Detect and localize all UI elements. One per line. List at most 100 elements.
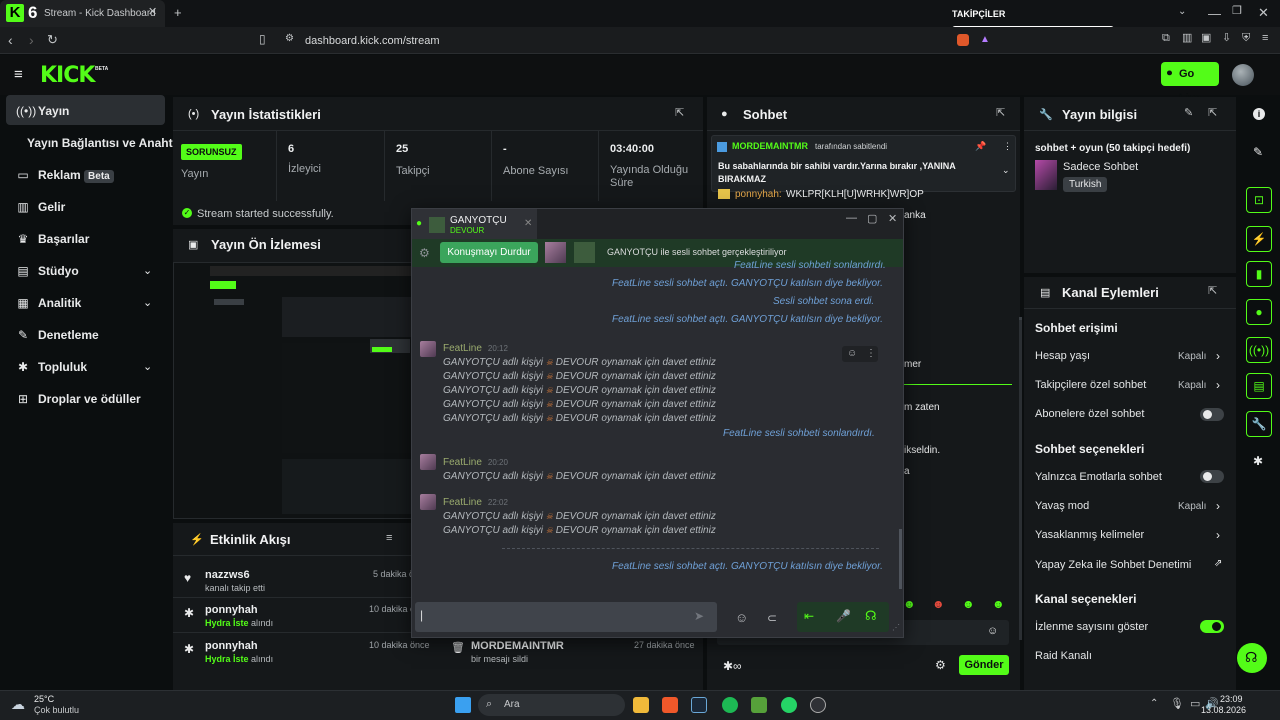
minecraft-icon[interactable] [751, 697, 767, 713]
tab-list-chevron-icon[interactable]: ⌄ [1178, 7, 1186, 17]
chevron-right-icon[interactable]: › [1216, 349, 1220, 363]
rail-doc-button[interactable]: ▮ [1246, 261, 1272, 287]
close-tab-icon[interactable]: ✕ [148, 7, 157, 18]
gear-icon[interactable]: ⚙ [419, 246, 430, 260]
emote-icon[interactable]: ☻ [932, 597, 945, 611]
sidebar-item-droplar[interactable]: Droplar ve ödüller [38, 392, 141, 406]
activity-name[interactable]: nazzws6 [205, 569, 250, 581]
emoji-icon[interactable]: ☺ [987, 625, 998, 637]
row-followers-only[interactable]: Takipçilere özel sohbet [1035, 379, 1146, 391]
row-raid[interactable]: Raid Kanalı [1035, 650, 1092, 662]
channel-actions-scrollbar[interactable] [1019, 320, 1022, 640]
row-account-age[interactable]: Hesap yaşı [1035, 350, 1090, 362]
close-icon[interactable]: ✕ [888, 212, 897, 225]
sidebar-item-studyo[interactable]: Stüdyo [38, 264, 79, 278]
tray-chevron-icon[interactable]: ⌃ [1150, 698, 1158, 709]
minimize-icon[interactable]: — [846, 212, 857, 224]
spotify-icon[interactable] [722, 697, 738, 713]
leave-call-icon[interactable]: ⇤ [804, 609, 814, 623]
brave-shield-icon[interactable] [957, 34, 969, 46]
popout-icon[interactable]: ⇱ [675, 108, 684, 119]
back-icon[interactable]: ‹ [8, 33, 13, 47]
sidebar-item-gelir[interactable]: Gelir [38, 200, 65, 214]
emoji-icon[interactable]: ☺ [735, 610, 748, 625]
external-link-icon[interactable]: ⇗ [1214, 558, 1222, 569]
kick-logo[interactable]: KICK [40, 63, 95, 88]
window-close-icon[interactable]: ✕ [1258, 6, 1269, 19]
rail-wrench-button[interactable]: 🔧 [1246, 411, 1272, 437]
message-author[interactable]: FeatLine 20:20 [443, 457, 508, 468]
edit-icon[interactable]: ✎ [1184, 108, 1193, 119]
bookmark-icon[interactable]: ▯ [259, 33, 266, 45]
category-name[interactable]: Sadece Sohbet [1063, 161, 1138, 173]
weather-icon[interactable]: ☁ [11, 696, 25, 713]
send-button[interactable]: Gönder [959, 655, 1009, 675]
points-icon[interactable]: ✱ [1253, 454, 1263, 468]
go-live-button[interactable]: ⏺ Go Live [1161, 62, 1219, 104]
activity-name[interactable]: ponnyhah [205, 604, 258, 616]
help-button[interactable]: ☊ [1237, 643, 1267, 673]
minimize-icon[interactable]: — [1208, 7, 1221, 20]
more-icon[interactable]: ⋮ [866, 348, 876, 359]
points-icon[interactable]: ✱∞ [723, 659, 742, 673]
featline-avatar[interactable] [420, 494, 436, 510]
new-tab-icon[interactable]: + [174, 6, 182, 19]
whatsapp-icon[interactable] [781, 697, 797, 713]
chevron-right-icon[interactable]: › [1216, 499, 1220, 513]
info-icon[interactable]: i [1253, 108, 1265, 120]
sidebar-item-stream-key[interactable]: Yayın Bağlantısı ve Anahtarı [27, 136, 187, 150]
row-ai-moderation[interactable]: Yapay Zeka ile Sohbet Denetimi [1035, 559, 1191, 571]
message-author[interactable]: FeatLine 22:02 [443, 497, 508, 508]
chevron-down-icon[interactable]: ⌄ [143, 264, 152, 277]
message-author[interactable]: FeatLine 20:12 [443, 343, 508, 354]
url-field[interactable]: dashboard.kick.com/stream [305, 35, 440, 47]
mic-tray-icon[interactable]: 🎙 [1170, 697, 1184, 710]
overlay-message-input[interactable]: | ➤ [415, 602, 717, 632]
more-icon[interactable]: ⋮ [1003, 141, 1012, 152]
steam-icon[interactable] [691, 697, 707, 713]
sidebar-item-reklam[interactable]: Reklam Beta [38, 168, 114, 183]
edit-icon[interactable]: ✎ [1253, 145, 1263, 159]
popout-icon[interactable]: ⇱ [1208, 108, 1217, 119]
rail-list-button[interactable]: ▤ [1246, 373, 1272, 399]
site-info-icon[interactable]: ⚙ [285, 34, 294, 44]
display-tray-icon[interactable]: ▭ [1190, 697, 1200, 710]
resize-grip-icon[interactable]: ⋰ [892, 623, 900, 632]
wallet-icon[interactable]: ▣ [1201, 33, 1211, 44]
rewards-icon[interactable]: ▲ [980, 34, 990, 45]
chevron-down-icon[interactable]: ⌄ [1002, 165, 1010, 176]
emote-icon[interactable]: ☻ [903, 597, 916, 611]
menu-icon[interactable]: ≡ [1262, 33, 1268, 44]
chevron-down-icon[interactable]: ⌄ [143, 360, 152, 373]
restore-icon[interactable]: ❐ [1232, 6, 1242, 17]
settings-icon[interactable]: ⚙ [935, 658, 946, 672]
chevron-down-icon[interactable]: ⌄ [143, 296, 152, 309]
extensions-icon[interactable]: ⧉ [1162, 33, 1170, 44]
brave-browser-icon[interactable] [662, 697, 678, 713]
pin-icon[interactable]: 📌 [975, 141, 986, 152]
sidebar-item-yayin[interactable]: Yayın [38, 104, 69, 118]
activity-name[interactable]: ponnyhah [205, 640, 258, 652]
featline-avatar[interactable] [420, 454, 436, 470]
emote-icon[interactable]: ☻ [962, 597, 975, 611]
row-slow-mode[interactable]: Yavaş mod [1035, 500, 1089, 512]
stream-preview-video[interactable] [173, 262, 414, 519]
rail-clip-button[interactable]: ⊡ [1246, 187, 1272, 213]
popout-icon[interactable]: ⇱ [996, 108, 1005, 119]
forward-icon[interactable]: › [29, 33, 34, 47]
sidebar-toggle-icon[interactable]: ▥ [1182, 33, 1192, 44]
chevron-right-icon[interactable]: › [1216, 528, 1220, 542]
row-banned-words[interactable]: Yasaklanmış kelimeler [1035, 529, 1144, 541]
headphones-icon[interactable]: ☊ [865, 608, 877, 624]
browser-tab[interactable]: K 6 Stream - Kick Dashboard ✕ [0, 0, 165, 27]
add-reaction-icon[interactable]: ☺ [847, 348, 857, 359]
microphone-icon[interactable]: 🎤 [836, 609, 851, 623]
overlay-scrollbar[interactable] [899, 529, 902, 589]
toggle-show-viewers[interactable] [1200, 620, 1224, 633]
emote-icon[interactable]: ☻ [992, 597, 1005, 611]
sidebar-item-analitik[interactable]: Analitik [38, 296, 81, 310]
chat-line-user[interactable]: ponnyhah: [735, 189, 782, 200]
rail-chat-button[interactable]: ● [1246, 299, 1272, 325]
send-icon[interactable]: ➤ [694, 609, 704, 623]
file-explorer-icon[interactable] [633, 697, 649, 713]
